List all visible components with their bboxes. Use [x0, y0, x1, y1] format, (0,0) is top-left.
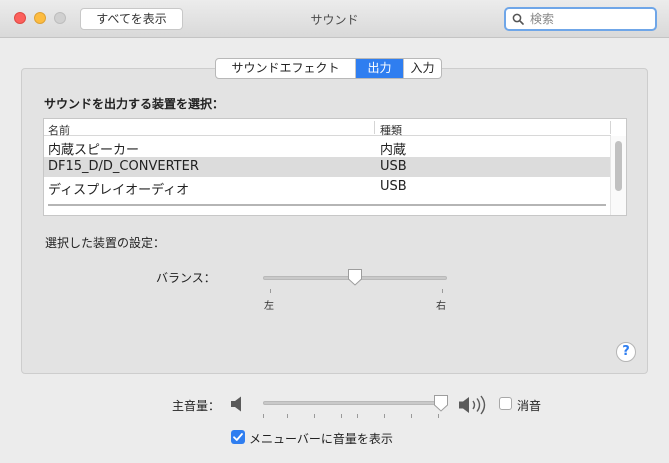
volume-tick [438, 414, 439, 418]
volume-slider-knob[interactable] [433, 394, 449, 412]
volume-tick [357, 414, 358, 418]
volume-tick [341, 414, 342, 418]
title-bar: すべてを表示 サウンド [0, 0, 669, 38]
mute-checkbox[interactable] [499, 397, 512, 410]
table-header: 名前 種類 [44, 119, 611, 138]
balance-right-label: 右 [436, 301, 446, 312]
search-field[interactable] [504, 7, 657, 31]
column-separator [374, 121, 375, 134]
balance-tick [270, 289, 271, 293]
table-row[interactable]: ディスプレイオーディオ USB [44, 177, 611, 198]
search-input[interactable] [530, 11, 650, 27]
horizontal-scrollbar[interactable] [48, 204, 606, 206]
tab-output[interactable]: 出力 [356, 59, 404, 78]
volume-tick [384, 414, 385, 418]
search-icon [512, 13, 524, 25]
volume-tick [263, 414, 264, 418]
table-row[interactable]: 内蔵スピーカー 内蔵 [44, 137, 611, 158]
tab-bar: サウンドエフェクト 出力 入力 [215, 58, 442, 79]
show-volume-in-menubar-checkbox[interactable] [231, 430, 245, 444]
volume-slider-track[interactable] [263, 401, 447, 405]
column-header-name[interactable]: 名前 [48, 122, 70, 138]
speaker-low-icon [231, 396, 241, 412]
tab-input[interactable]: 入力 [404, 59, 441, 78]
output-device-table: 名前 種類 内蔵スピーカー 内蔵 DF15_D/D_CONVERTER USB … [43, 118, 627, 216]
balance-label: バランス： [156, 271, 216, 285]
device-type: 内蔵 [380, 143, 407, 158]
balance-slider-knob[interactable] [347, 268, 363, 286]
column-separator [610, 121, 611, 134]
vertical-scrollbar[interactable] [610, 136, 626, 215]
device-settings-label: 選択した装置の設定： [45, 236, 166, 250]
balance-tick [442, 289, 443, 293]
speaker-high-icon [459, 395, 486, 415]
device-name: ディスプレイオーディオ [48, 183, 190, 198]
device-type: USB [380, 179, 407, 194]
output-volume-label: 主音量： [172, 399, 221, 413]
device-name: DF15_D/D_CONVERTER [48, 159, 199, 174]
volume-tick [314, 414, 315, 418]
device-name: 内蔵スピーカー [48, 143, 140, 158]
help-button[interactable]: ? [616, 342, 636, 362]
checkmark-icon [233, 433, 243, 441]
balance-left-label: 左 [264, 301, 274, 312]
device-type: USB [380, 159, 407, 174]
volume-tick [287, 414, 288, 418]
scrollbar-thumb[interactable] [615, 141, 622, 191]
show-volume-in-menubar-label: メニューバーに音量を表示 [249, 432, 393, 446]
mute-label: 消音 [517, 399, 542, 413]
content-panel [21, 68, 648, 374]
tab-sound-effects[interactable]: サウンドエフェクト [216, 59, 356, 78]
column-header-type[interactable]: 種類 [380, 122, 402, 138]
sound-preferences-window: すべてを表示 サウンド サウンドエフェクト 出力 入力 サウンドを出力する装置を… [0, 0, 669, 463]
device-section-title: サウンドを出力する装置を選択： [44, 97, 225, 111]
table-row[interactable]: DF15_D/D_CONVERTER USB [44, 157, 611, 177]
volume-tick [411, 414, 412, 418]
